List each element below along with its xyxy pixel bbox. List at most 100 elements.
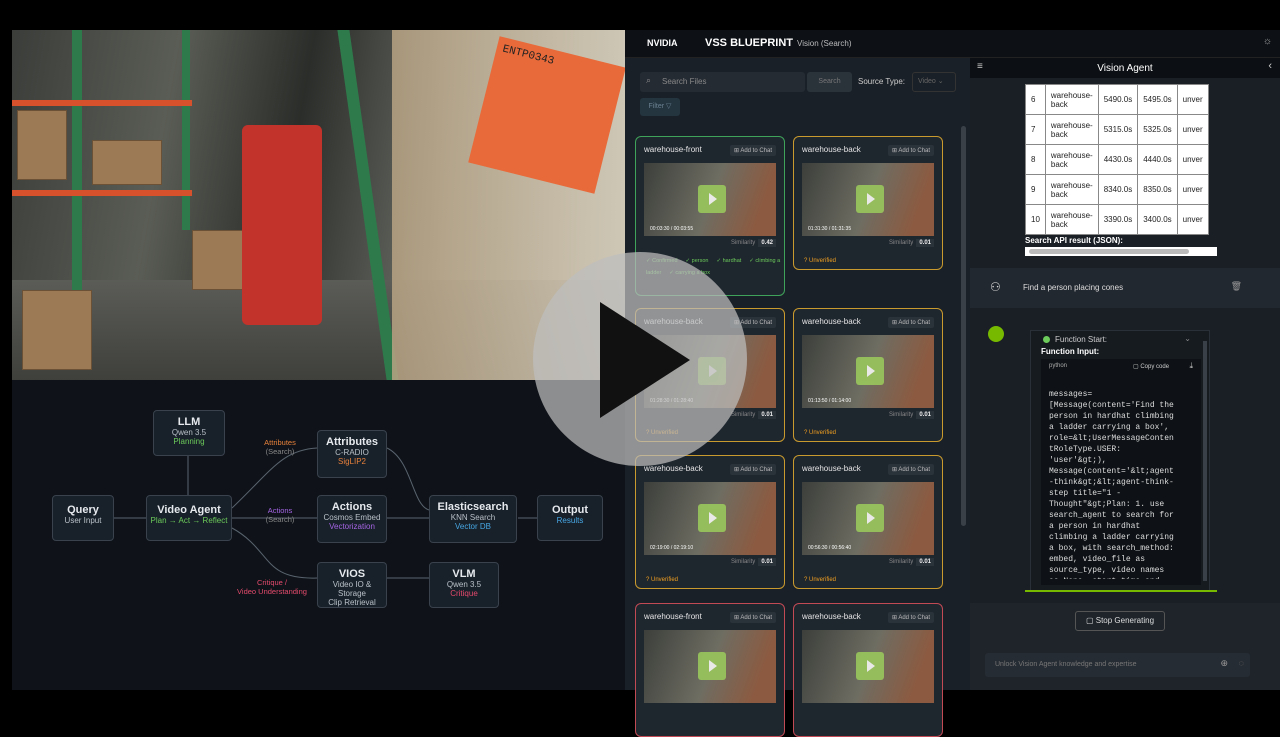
function-input-label: Function Input: (1041, 347, 1100, 356)
play-icon[interactable] (856, 185, 884, 213)
timestamp: 00:03:30 / 00:03:55 (650, 226, 694, 232)
play-icon[interactable] (856, 357, 884, 385)
search-input[interactable]: ⌕ Search Files (640, 72, 805, 92)
user-message: ⚇ Find a person placing cones 🗑 (970, 268, 1280, 308)
result-card[interactable]: warehouse-front ⊞ Add to Chat (635, 603, 785, 737)
result-card[interactable]: warehouse-back ⊞ Add to Chat 00:56:30 / 00… (793, 455, 943, 589)
table-cell: unver (1176, 84, 1209, 115)
node-elastic-tag: Vector DB (454, 522, 491, 531)
result-card[interactable]: warehouse-back ⊞ Add to Chat 01:13:50 / 01… (793, 308, 943, 442)
add-to-chat-label: Add to Chat (898, 467, 930, 473)
chevron-down-icon[interactable]: ⌄ (1184, 334, 1191, 343)
source-type-select[interactable]: Video ⌄ (912, 72, 956, 92)
agent-header: ≡ Vision Agent ‹ (970, 58, 1280, 78)
add-to-chat-button[interactable]: ⊞ Add to Chat (887, 317, 934, 328)
add-to-chat-label: Add to Chat (740, 615, 772, 621)
result-card[interactable]: warehouse-back ⊞ Add to Chat 01:31:30 / 01… (793, 136, 943, 270)
code-line: Thought"&gt;Plan: 1. use (1049, 500, 1165, 509)
table-cell: 10 (1025, 204, 1046, 235)
similarity-label: Similarity (888, 240, 914, 246)
table-row: 7 warehouse-back 5315.0s 5325.0s unver (1025, 114, 1209, 145)
table-cell: 8340.0s (1097, 174, 1139, 205)
box (17, 110, 67, 180)
globe-icon[interactable]: ⊕ (1220, 658, 1228, 669)
similarity: Similarity 0.42 (731, 239, 776, 247)
box (92, 140, 162, 185)
node-llm-sub: Qwen 3.5 (171, 428, 207, 437)
table-cell: warehouse-back (1044, 114, 1099, 145)
code-line: messages= (1049, 390, 1093, 399)
spinner-icon: ◌ (1238, 658, 1244, 668)
theme-toggle-icon[interactable]: ☼ (1263, 36, 1272, 47)
play-icon[interactable] (698, 185, 726, 213)
agent-title: Vision Agent (1097, 63, 1153, 74)
box (22, 290, 92, 370)
search-icon: ⌕ (646, 75, 652, 85)
json-scrollbar[interactable] (1025, 247, 1217, 256)
add-to-chat-label: Add to Chat (740, 467, 772, 473)
code-line: climbing a ladder carrying (1049, 533, 1174, 542)
add-to-chat-button[interactable]: ⊞ Add to Chat (887, 464, 934, 475)
edge-label-attributes: Attributes (Search) (250, 438, 310, 456)
add-to-chat-button[interactable]: ⊞ Add to Chat (887, 612, 934, 623)
video-thumbnail[interactable]: 01:13:50 / 01:14:00 (802, 335, 934, 408)
code-scrollbar[interactable] (1203, 341, 1207, 581)
video-thumbnail[interactable]: 00:03:30 / 00:03:55 (644, 163, 776, 236)
table-row: 10 warehouse-back 3390.0s 3400.0s unver (1025, 204, 1209, 235)
code-line: -think&gt;&lt;agent-think- (1049, 478, 1174, 487)
scrollbar[interactable] (961, 126, 966, 526)
code-line: role=&lt;UserMessageConten (1049, 434, 1174, 443)
table-cell: warehouse-back (1044, 174, 1099, 205)
code-line: a ladder carrying a box', (1049, 423, 1170, 432)
play-icon[interactable] (856, 652, 884, 680)
play-icon[interactable] (698, 504, 726, 532)
edge-attr-sub: (Search) (265, 447, 295, 456)
similarity-label: Similarity (888, 412, 914, 418)
result-card[interactable]: warehouse-back ⊞ Add to Chat 02:19:00 / 02… (635, 455, 785, 589)
collapse-icon[interactable]: ‹ (1268, 60, 1272, 72)
search-placeholder: Search Files (662, 77, 707, 86)
delete-icon[interactable]: 🗑 (1231, 281, 1242, 292)
add-to-chat-button[interactable]: ⊞ Add to Chat (729, 464, 776, 475)
app-title: VSS BLUEPRINT (705, 37, 794, 49)
video-thumbnail[interactable] (644, 630, 776, 703)
video-thumbnail[interactable] (802, 630, 934, 703)
video-thumbnail[interactable]: 02:19:00 / 02:19:10 (644, 482, 776, 555)
search-button[interactable]: Search (807, 72, 852, 92)
add-to-chat-button[interactable]: ⊞ Add to Chat (729, 612, 776, 623)
add-to-chat-label: Add to Chat (740, 320, 772, 326)
filter-button[interactable]: Filter ▽ (640, 98, 680, 116)
shipping-label-text: ENTP0343 (501, 43, 556, 68)
table-cell: unver (1176, 114, 1209, 145)
chat-input[interactable]: Unlock Vision Agent knowledge and expert… (985, 653, 1250, 677)
result-card[interactable]: warehouse-back ⊞ Add to Chat (793, 603, 943, 737)
table-cell: 3400.0s (1137, 204, 1178, 235)
progress-line (1025, 590, 1217, 592)
code-block: python ▢ Copy code ⤓ messages= [Message(c… (1041, 359, 1201, 585)
play-icon[interactable] (856, 504, 884, 532)
code-line: as None, start_time and (1049, 576, 1189, 579)
video-thumbnail[interactable]: 01:31:30 / 01:31:35 (802, 163, 934, 236)
stop-generating-button[interactable]: ▢ Stop Generating (1075, 611, 1165, 631)
video-thumbnail[interactable]: 00:56:30 / 00:56:40 (802, 482, 934, 555)
add-to-chat-button[interactable]: ⊞ Add to Chat (887, 145, 934, 156)
code-line: Message(content='&lt;agent (1049, 467, 1174, 476)
code-lang: python (1049, 363, 1068, 369)
json-scroll-thumb[interactable] (1029, 249, 1189, 254)
node-video-agent: Video Agent Plan → Act → Reflect (146, 495, 232, 541)
play-icon[interactable] (600, 302, 690, 418)
video-frame: ENTP0343 Query User Input LLM Qwen 3.5 P (0, 0, 1280, 737)
similarity: Similarity 0.01 (888, 411, 934, 419)
download-icon[interactable]: ⤓ (1189, 361, 1193, 371)
code-line: step title="1 - (1049, 489, 1122, 498)
status-badge: ? Unverified (804, 430, 837, 436)
copy-code-button[interactable]: ▢ Copy code (1133, 363, 1169, 370)
node-output-title: Output (551, 504, 589, 516)
play-icon[interactable] (698, 652, 726, 680)
rack-beam (12, 100, 192, 106)
similarity-value: 0.01 (758, 411, 776, 419)
add-to-chat-button[interactable]: ⊞ Add to Chat (729, 145, 776, 156)
code-line: a box, with search_method: (1049, 544, 1174, 553)
edge-act-sub: (Search) (265, 515, 295, 524)
code-content: messages= [Message(content='Find the perso… (1049, 389, 1189, 579)
